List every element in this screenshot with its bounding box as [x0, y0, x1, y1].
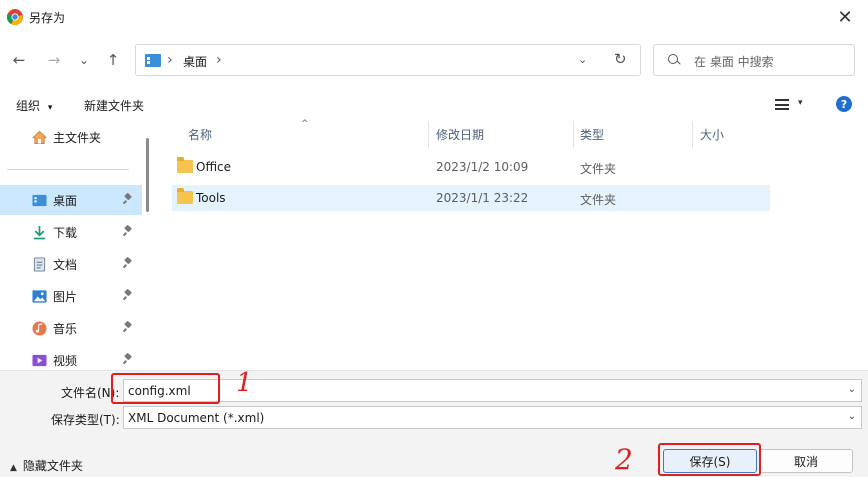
column-header-modified[interactable]: 修改日期 — [436, 126, 484, 143]
title-bar: 另存为 ✕ — [0, 0, 868, 34]
pin-icon — [122, 225, 134, 237]
home-icon — [32, 130, 47, 144]
chevron-up-icon: ▲ — [10, 463, 17, 473]
file-modified: 2023/1/1 23:22 — [436, 191, 529, 205]
sidebar-item-label: 下载 — [53, 226, 78, 240]
divider — [7, 169, 129, 170]
folder-icon — [177, 157, 193, 173]
document-icon — [33, 257, 46, 272]
file-list: ^ 名称 修改日期 类型 大小 Office 2023/1/2 10:09 文件… — [170, 119, 770, 370]
file-modified: 2023/1/2 10:09 — [436, 160, 529, 174]
address-bar[interactable]: › 桌面 › ⌄ ↻ — [135, 44, 641, 76]
organize-button[interactable]: 组织 ▾ — [16, 97, 52, 114]
file-row-tools[interactable]: Tools 2023/1/1 23:22 文件夹 — [172, 185, 770, 211]
recent-locations-button[interactable]: ⌄ — [72, 48, 96, 72]
sidebar-item-desktop[interactable]: 桌面 — [0, 185, 142, 215]
desktop-icon — [32, 194, 47, 207]
close-button[interactable]: ✕ — [822, 0, 868, 34]
filename-value: config.xml — [128, 384, 191, 398]
column-header-size[interactable]: 大小 — [700, 126, 724, 143]
pin-icon — [122, 353, 134, 365]
folder-icon — [177, 188, 193, 204]
close-icon: ✕ — [837, 6, 853, 28]
pin-icon — [122, 193, 134, 205]
file-name: Office — [196, 160, 232, 174]
pin-icon — [122, 257, 134, 269]
sidebar-item-music[interactable]: 音乐 — [0, 313, 142, 343]
navigation-pane: 主文件夹 桌面 下载 文档 图片 音乐 视频 — [0, 122, 155, 370]
hide-folders-toggle[interactable]: ▲ 隐藏文件夹 — [10, 457, 83, 474]
video-icon — [32, 354, 47, 367]
help-icon[interactable]: ? — [836, 96, 852, 112]
back-arrow-icon: ← — [12, 51, 26, 69]
column-divider[interactable] — [428, 122, 429, 148]
chevron-down-icon[interactable]: ⌄ — [848, 384, 856, 395]
picture-icon — [32, 290, 47, 303]
refresh-icon[interactable]: ↻ — [614, 50, 627, 68]
breadcrumb-desktop[interactable]: 桌面 — [183, 53, 207, 70]
file-type: 文件夹 — [580, 193, 617, 207]
breadcrumb-separator[interactable]: › — [167, 52, 173, 68]
column-divider[interactable] — [692, 122, 693, 148]
filetype-value: XML Document (*.xml) — [128, 411, 265, 425]
navigation-bar: ← → ⌄ ↑ › 桌面 › ⌄ ↻ 在 桌面 中搜索 — [0, 36, 868, 84]
breadcrumb-separator[interactable]: › — [216, 52, 222, 68]
up-arrow-icon: ↑ — [106, 51, 120, 69]
column-divider[interactable] — [573, 122, 574, 148]
annotation-step-1: 1 — [236, 368, 253, 398]
sidebar-item-home[interactable]: 主文件夹 — [0, 122, 142, 152]
desktop-icon — [145, 54, 161, 67]
sidebar-item-downloads[interactable]: 下载 — [0, 217, 142, 247]
sort-ascending-icon: ^ — [301, 119, 309, 129]
forward-arrow-icon: → — [47, 51, 61, 69]
back-button[interactable]: ← — [7, 48, 31, 72]
sidebar-item-label: 音乐 — [53, 322, 78, 336]
chevron-down-icon[interactable]: ⌄ — [848, 411, 856, 422]
sidebar-item-videos[interactable]: 视频 — [0, 345, 142, 370]
up-button[interactable]: ↑ — [101, 48, 125, 72]
sidebar-item-label: 图片 — [53, 290, 78, 304]
search-box[interactable]: 在 桌面 中搜索 — [653, 44, 855, 76]
save-form: 文件名(N): config.xml ⌄ 保存类型(T): XML Docume… — [0, 370, 868, 477]
address-dropdown-icon[interactable]: ⌄ — [578, 53, 587, 66]
sidebar-item-label: 主文件夹 — [53, 131, 102, 145]
column-header-name[interactable]: 名称 — [188, 126, 212, 143]
sidebar-item-documents[interactable]: 文档 — [0, 249, 142, 279]
sidebar-item-label: 文档 — [53, 258, 78, 272]
file-type: 文件夹 — [580, 162, 617, 176]
chevron-down-icon: ▾ — [47, 103, 53, 113]
chrome-icon — [7, 9, 23, 25]
search-placeholder: 在 桌面 中搜索 — [694, 55, 774, 69]
hide-folders-label: 隐藏文件夹 — [22, 459, 83, 473]
sidebar-scrollbar[interactable] — [146, 138, 149, 212]
chevron-down-icon: ⌄ — [78, 53, 90, 67]
column-header-type[interactable]: 类型 — [580, 126, 604, 143]
organize-label: 组织 — [16, 99, 41, 113]
search-icon — [668, 52, 682, 68]
sidebar-item-pictures[interactable]: 图片 — [0, 281, 142, 311]
music-icon — [32, 321, 47, 336]
download-icon — [33, 225, 46, 240]
sidebar-item-label: 视频 — [53, 354, 78, 368]
new-folder-button[interactable]: 新建文件夹 — [84, 97, 144, 114]
filename-label: 文件名(N): — [61, 386, 120, 400]
forward-button[interactable]: → — [42, 48, 66, 72]
save-button[interactable]: 保存(S) — [663, 449, 757, 473]
pin-icon — [122, 289, 134, 301]
filename-input[interactable]: config.xml ⌄ — [123, 379, 862, 402]
view-list-icon[interactable] — [775, 99, 789, 110]
file-name: Tools — [196, 191, 226, 205]
filetype-select[interactable]: XML Document (*.xml) ⌄ — [123, 406, 862, 429]
cancel-button[interactable]: 取消 — [759, 449, 853, 473]
sidebar-item-label: 桌面 — [53, 194, 78, 208]
annotation-step-2: 2 — [615, 443, 633, 476]
filetype-label: 保存类型(T): — [51, 413, 120, 427]
window-title: 另存为 — [29, 11, 66, 25]
file-row-office[interactable]: Office 2023/1/2 10:09 文件夹 — [172, 154, 770, 180]
command-bar: 组织 ▾ 新建文件夹 ▾ ? — [0, 90, 868, 120]
chevron-down-icon[interactable]: ▾ — [798, 98, 803, 108]
pin-icon — [122, 321, 134, 333]
